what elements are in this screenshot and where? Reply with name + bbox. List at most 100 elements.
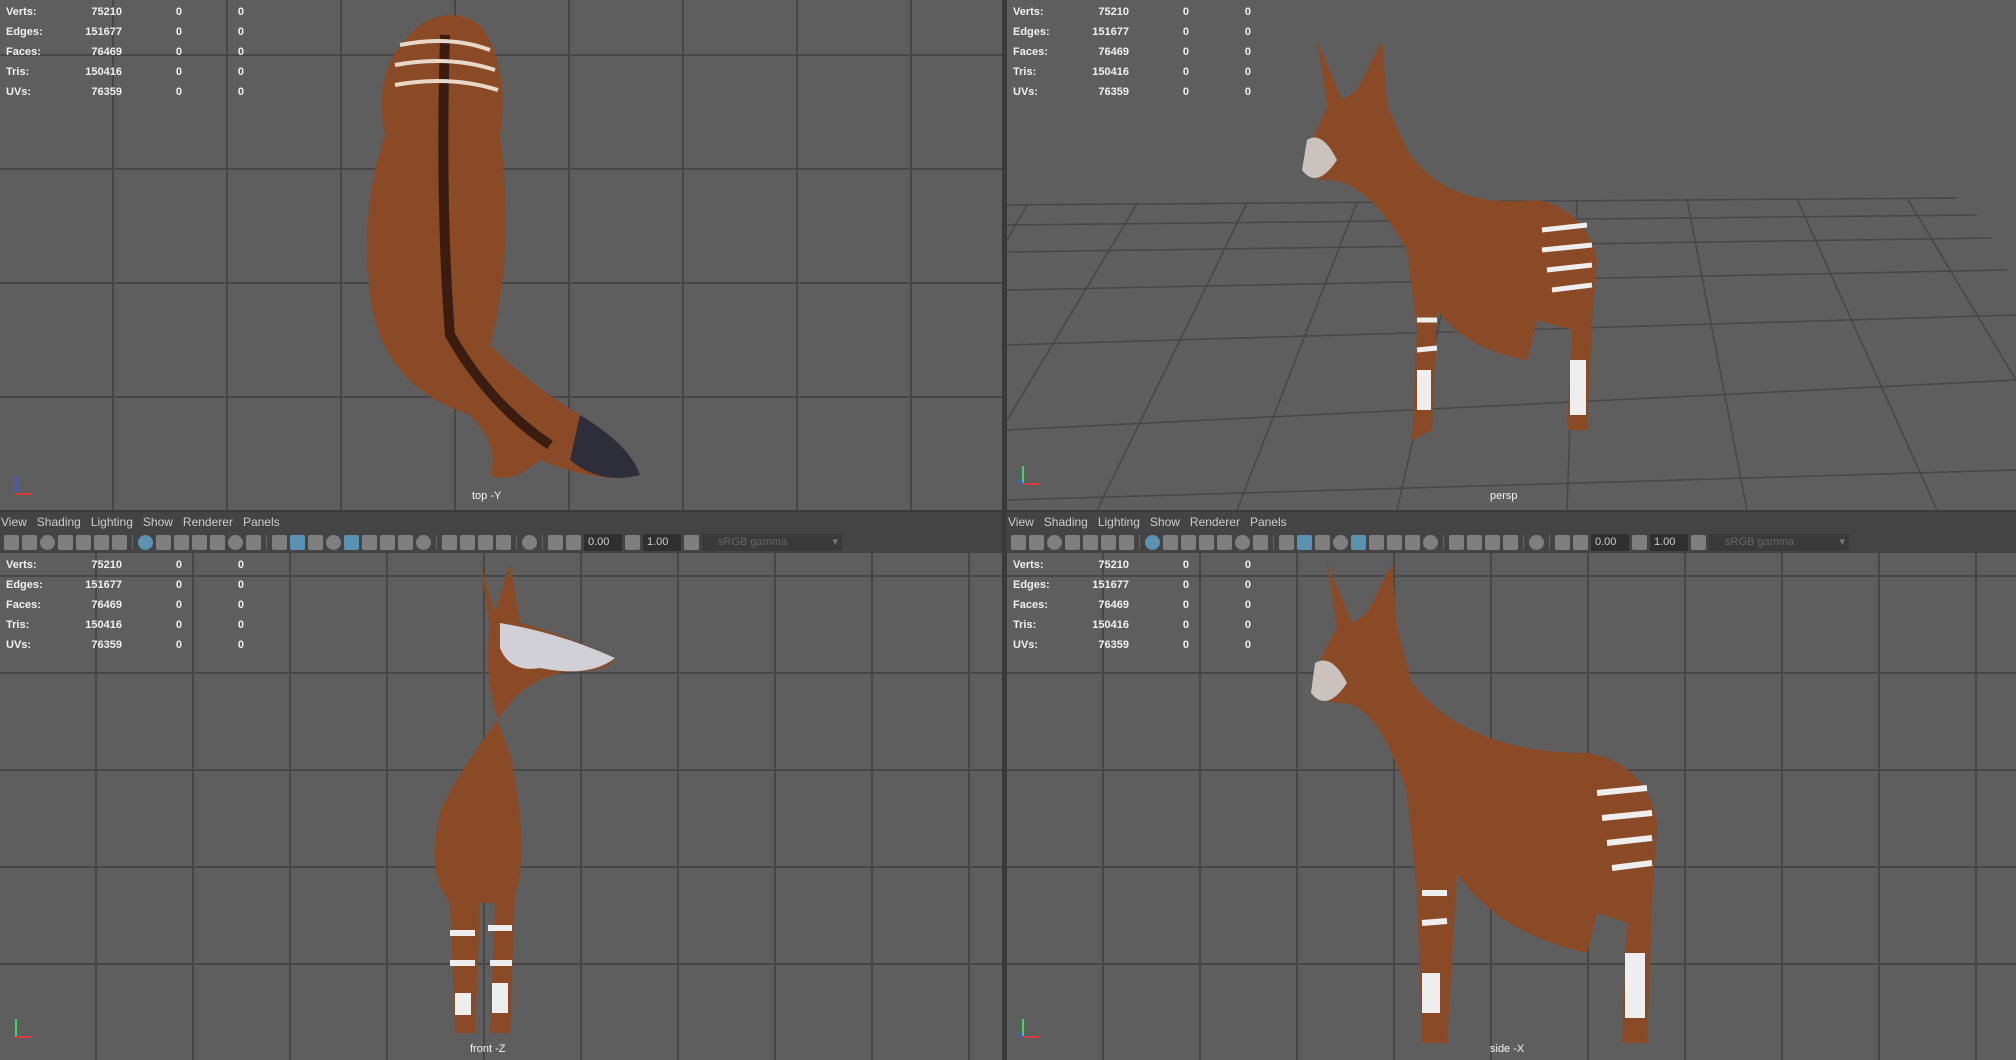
film-gate-icon[interactable] (156, 535, 171, 550)
wireframe-icon[interactable] (1279, 535, 1294, 550)
stat-triangles: 0 (1244, 559, 1251, 571)
smooth-shade-icon[interactable] (1297, 535, 1312, 550)
stat-row: Faces: 76469 0 0 (0, 595, 246, 615)
default-material-icon[interactable] (1333, 535, 1348, 550)
viewport-persp[interactable]: Verts: 75210 0 0 Edges: 151677 0 0 Faces: 76469 0 0… (1007, 0, 2016, 510)
lights-icon[interactable] (362, 535, 377, 550)
stat-value: 151677 (85, 579, 122, 591)
default-material-icon[interactable] (326, 535, 341, 550)
exposure-field[interactable]: 0.00 (1591, 534, 1629, 551)
gamma-icon[interactable] (625, 535, 640, 550)
menu-shading[interactable]: Shading (1043, 515, 1097, 529)
viewport-front[interactable]: View Shading Lighting Show Renderer Panels 0.… (0, 512, 1002, 1060)
color-management-icon[interactable] (1691, 535, 1706, 550)
resolution-gate-icon[interactable] (1181, 535, 1196, 550)
menu-view[interactable]: View (1007, 515, 1043, 529)
camera-attr-icon[interactable] (40, 535, 55, 550)
stat-row: Edges: 151677 0 0 (1007, 575, 1253, 595)
menu-lighting[interactable]: Lighting (1097, 515, 1149, 529)
menu-shading[interactable]: Shading (36, 515, 90, 529)
gamma-field[interactable]: 1.00 (643, 534, 681, 551)
gate-mask-icon[interactable] (1199, 535, 1214, 550)
wireframe-on-shaded-icon[interactable] (1315, 535, 1330, 550)
xray-joints-icon[interactable] (522, 535, 537, 550)
grid-icon[interactable] (1145, 535, 1160, 550)
menu-show[interactable]: Show (1149, 515, 1189, 529)
xray-components-icon[interactable] (1555, 535, 1570, 550)
camera-attr-icon[interactable] (1047, 535, 1062, 550)
xray-icon[interactable] (1503, 535, 1518, 550)
wireframe-on-shaded-icon[interactable] (308, 535, 323, 550)
stat-triangles: 0 (237, 26, 244, 38)
bookmark-icon[interactable] (58, 535, 73, 550)
motion-blur-icon[interactable] (416, 535, 431, 550)
isolate-select-icon[interactable] (1485, 535, 1500, 550)
camera-icon[interactable] (4, 535, 19, 550)
menu-renderer[interactable]: Renderer (1189, 515, 1249, 529)
xray-joints-icon[interactable] (1529, 535, 1544, 550)
textured-icon[interactable] (1351, 535, 1366, 550)
exposure-field[interactable]: 0.00 (584, 534, 622, 551)
image-plane-icon[interactable] (1083, 535, 1098, 550)
ambient-occlusion-icon[interactable] (398, 535, 413, 550)
pan-zoom-icon[interactable] (94, 535, 109, 550)
lights-icon[interactable] (1369, 535, 1384, 550)
safe-action-icon[interactable] (1235, 535, 1250, 550)
safe-title-icon[interactable] (246, 535, 261, 550)
viewport-top[interactable]: Verts: 75210 0 0 Edges: 151677 0 0 Faces: 76469 0 0… (0, 0, 1002, 510)
grease-pencil-icon[interactable] (112, 535, 127, 550)
isolate-select-icon[interactable] (478, 535, 493, 550)
stat-value: 150416 (85, 66, 122, 78)
stat-label: UVs: (6, 639, 32, 651)
safe-action-icon[interactable] (228, 535, 243, 550)
safe-title-icon[interactable] (1253, 535, 1268, 550)
stat-value: 76359 (1098, 639, 1129, 651)
exposure-icon[interactable] (1573, 535, 1588, 550)
bookmark-icon[interactable] (1065, 535, 1080, 550)
pan-zoom-icon[interactable] (1101, 535, 1116, 550)
stat-label: Tris: (1013, 619, 1037, 631)
depth-of-field-icon[interactable] (1467, 535, 1482, 550)
field-chart-icon[interactable] (210, 535, 225, 550)
viewport-canvas[interactable]: Verts: 75210 0 0 Edges: 151677 0 0 Faces: 76469 0 0… (0, 553, 1002, 1060)
textured-icon[interactable] (344, 535, 359, 550)
ambient-occlusion-icon[interactable] (1405, 535, 1420, 550)
color-space-dropdown[interactable]: sRGB gamma (702, 534, 842, 551)
wireframe-icon[interactable] (272, 535, 287, 550)
grid-icon[interactable] (138, 535, 153, 550)
motion-blur-icon[interactable] (1423, 535, 1438, 550)
menu-show[interactable]: Show (142, 515, 182, 529)
film-gate-icon[interactable] (1163, 535, 1178, 550)
menu-view[interactable]: View (0, 515, 36, 529)
image-plane-icon[interactable] (76, 535, 91, 550)
viewport-canvas[interactable]: Verts: 75210 0 0 Edges: 151677 0 0 Faces: 76469 0 0… (1007, 553, 2016, 1060)
gamma-field[interactable]: 1.00 (1650, 534, 1688, 551)
grease-pencil-icon[interactable] (1119, 535, 1134, 550)
menu-renderer[interactable]: Renderer (182, 515, 242, 529)
xray-icon[interactable] (496, 535, 511, 550)
depth-of-field-icon[interactable] (460, 535, 475, 550)
anti-alias-icon[interactable] (1449, 535, 1464, 550)
exposure-icon[interactable] (566, 535, 581, 550)
field-chart-icon[interactable] (1217, 535, 1232, 550)
color-management-icon[interactable] (684, 535, 699, 550)
gamma-icon[interactable] (1632, 535, 1647, 550)
anti-alias-icon[interactable] (442, 535, 457, 550)
stat-row: Verts: 75210 0 0 (0, 2, 246, 22)
xray-components-icon[interactable] (548, 535, 563, 550)
camera-lock-icon[interactable] (22, 535, 37, 550)
menu-panels[interactable]: Panels (1249, 515, 1296, 529)
smooth-shade-icon[interactable] (290, 535, 305, 550)
color-space-dropdown[interactable]: sRGB gamma (1709, 534, 1849, 551)
gate-mask-icon[interactable] (192, 535, 207, 550)
shadows-icon[interactable] (1387, 535, 1402, 550)
shadows-icon[interactable] (380, 535, 395, 550)
camera-lock-icon[interactable] (1029, 535, 1044, 550)
menu-lighting[interactable]: Lighting (90, 515, 142, 529)
camera-icon[interactable] (1011, 535, 1026, 550)
resolution-gate-icon[interactable] (174, 535, 189, 550)
stat-selected: 0 (175, 639, 182, 651)
toolbar-separator (132, 535, 133, 550)
menu-panels[interactable]: Panels (242, 515, 289, 529)
viewport-side[interactable]: View Shading Lighting Show Renderer Panels 0.… (1007, 512, 2016, 1060)
